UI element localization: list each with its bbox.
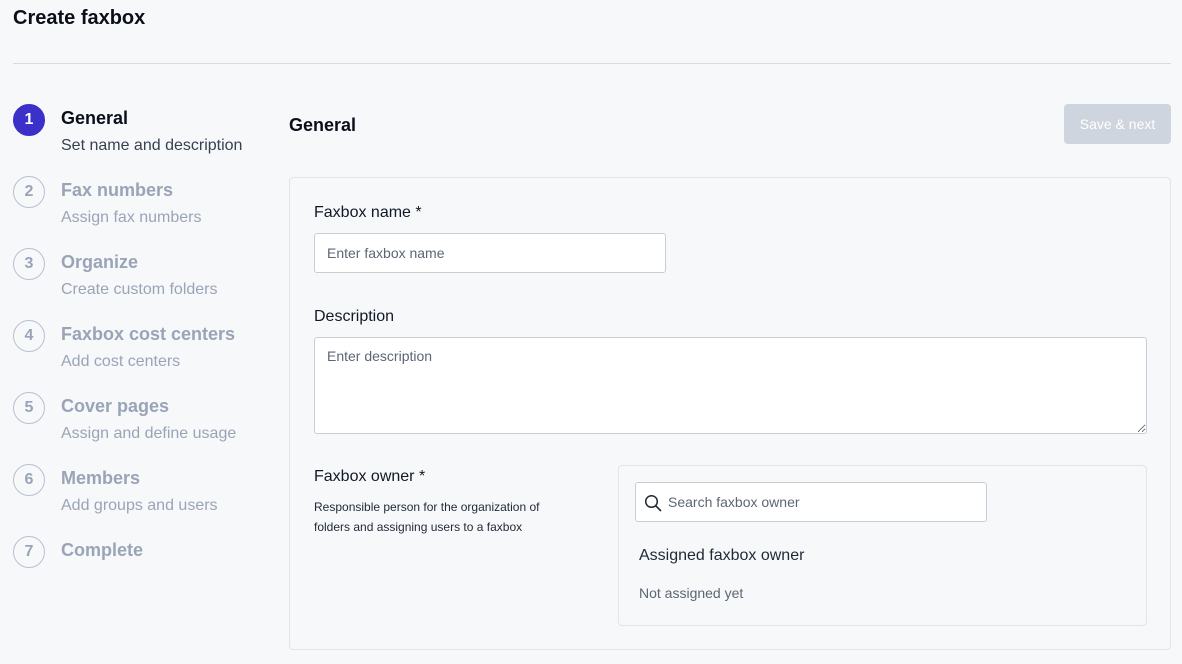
search-icon [644, 494, 662, 512]
step-members[interactable]: 6 Members Add groups and users [13, 464, 273, 536]
stepper: 1 General Set name and description 2 Fax… [13, 104, 273, 608]
step-general[interactable]: 1 General Set name and description [13, 104, 273, 176]
assigned-owner-value: Not assigned yet [639, 585, 744, 601]
step-number-badge: 6 [13, 464, 45, 496]
owner-search-box[interactable] [635, 482, 987, 522]
step-number-badge: 4 [13, 320, 45, 352]
save-next-button[interactable]: Save & next [1064, 104, 1171, 144]
section-title: General [289, 115, 357, 135]
faxbox-name-input[interactable] [314, 233, 666, 273]
faxbox-owner-panel: Assigned faxbox owner Not assigned yet [618, 465, 1147, 626]
description-textarea[interactable] [314, 337, 1147, 434]
step-title: General [61, 108, 129, 128]
faxbox-name-label: Faxbox name * [314, 204, 422, 221]
step-number-badge: 7 [13, 536, 45, 568]
step-number-badge: 1 [13, 104, 45, 136]
step-title: Faxbox cost centers [61, 324, 236, 344]
step-subtitle: Set name and description [61, 137, 243, 154]
header-divider [13, 63, 1171, 64]
faxbox-owner-label: Faxbox owner * [314, 468, 426, 485]
step-title: Members [61, 468, 141, 488]
step-subtitle: Create custom folders [61, 281, 218, 298]
step-subtitle: Assign and define usage [61, 425, 237, 442]
create-faxbox-page: Create faxbox 1 General Set name and des… [0, 0, 1182, 664]
step-number-badge: 3 [13, 248, 45, 280]
general-form-card: Faxbox name * Description Faxbox owner *… [289, 177, 1171, 650]
owner-search-input[interactable] [668, 483, 984, 521]
step-subtitle: Add groups and users [61, 497, 218, 514]
step-subtitle: Assign fax numbers [61, 209, 202, 226]
assigned-owner-title: Assigned faxbox owner [639, 547, 805, 564]
step-cost-centers[interactable]: 4 Faxbox cost centers Add cost centers [13, 320, 273, 392]
step-cover-pages[interactable]: 5 Cover pages Assign and define usage [13, 392, 273, 464]
step-organize[interactable]: 3 Organize Create custom folders [13, 248, 273, 320]
step-number-badge: 2 [13, 176, 45, 208]
step-fax-numbers[interactable]: 2 Fax numbers Assign fax numbers [13, 176, 273, 248]
step-subtitle: Add cost centers [61, 353, 181, 370]
step-number-badge: 5 [13, 392, 45, 424]
step-title: Organize [61, 252, 139, 272]
description-label: Description [314, 308, 395, 325]
page-title: Create faxbox [13, 7, 146, 29]
step-title: Complete [61, 540, 144, 560]
faxbox-owner-help-text: Responsible person for the organization … [314, 500, 540, 534]
step-title: Fax numbers [61, 180, 174, 200]
step-title: Cover pages [61, 396, 170, 416]
step-complete[interactable]: 7 Complete [13, 536, 273, 608]
